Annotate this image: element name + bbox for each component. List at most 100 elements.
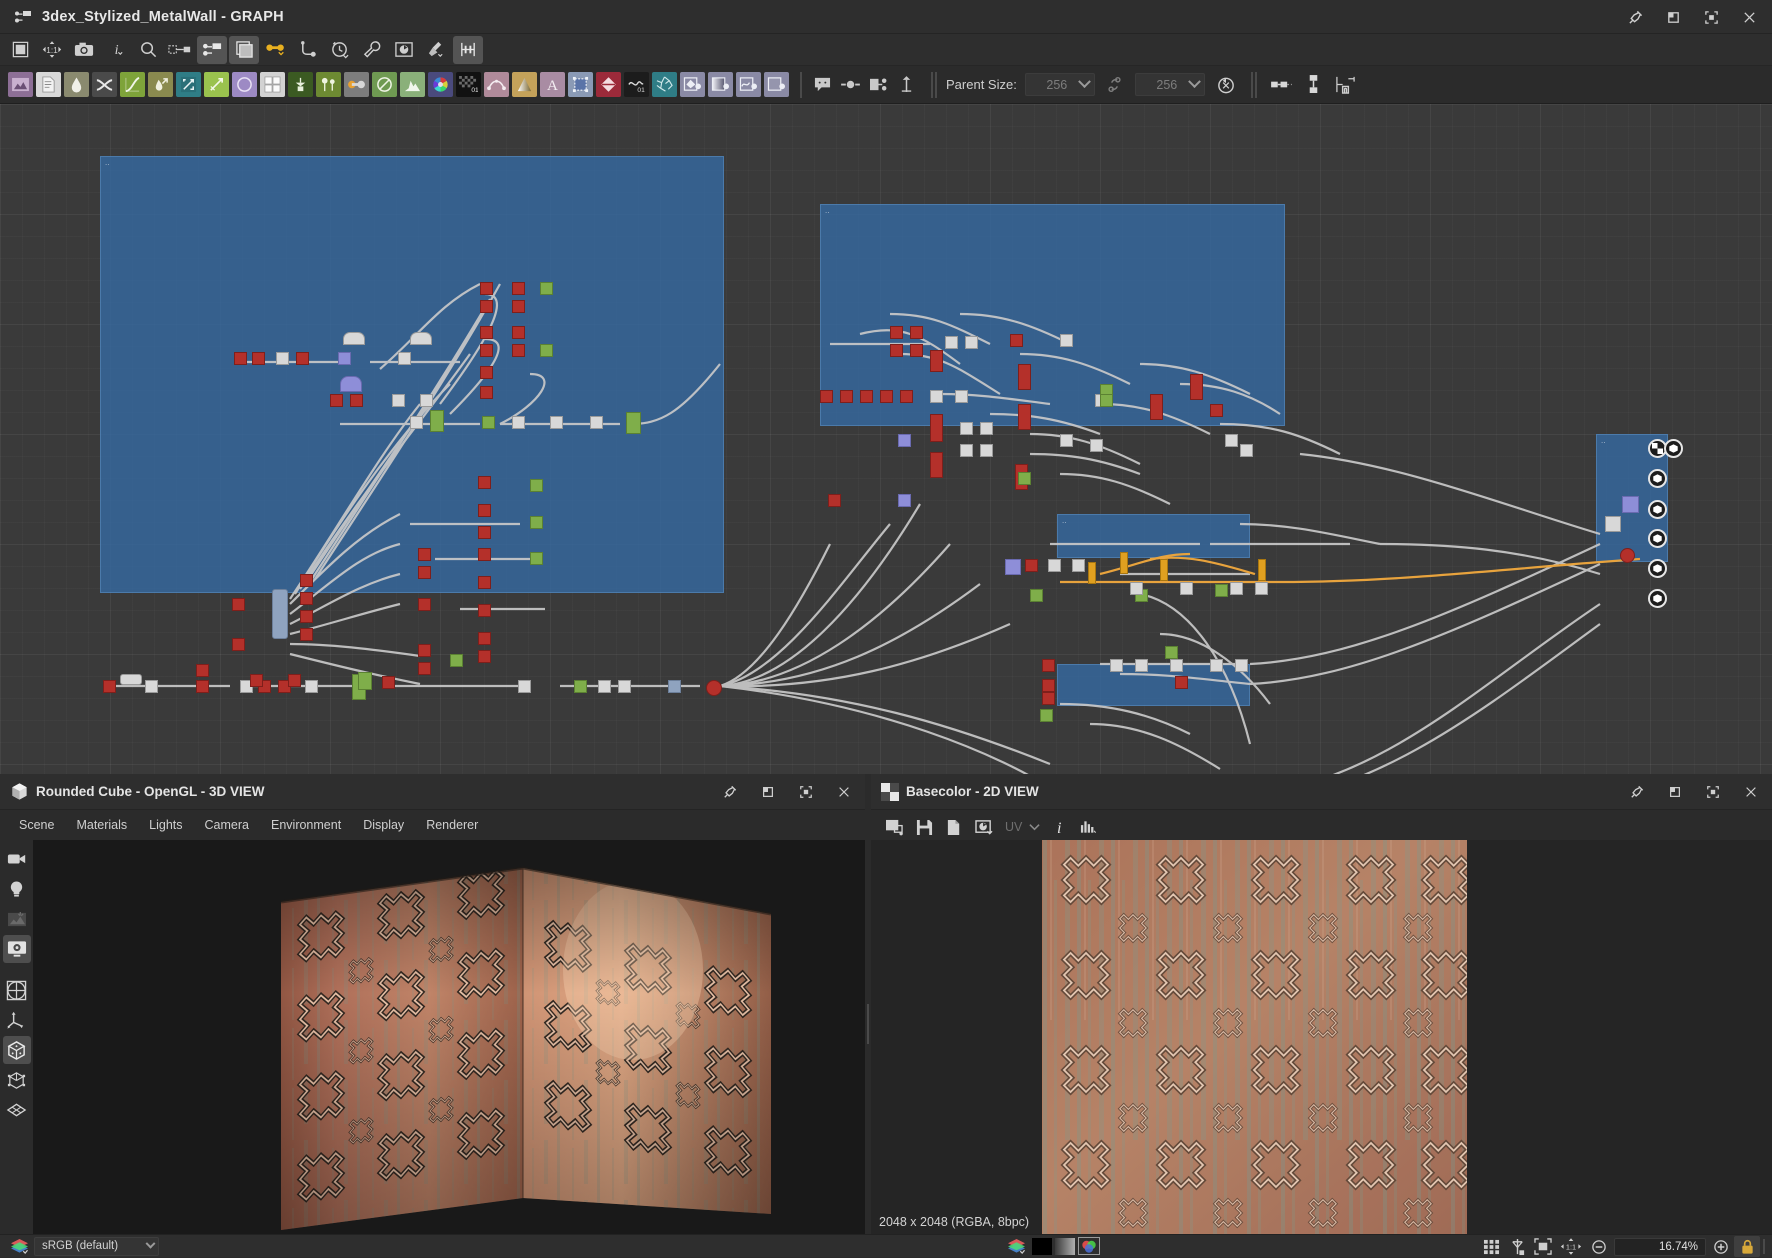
ruler-toggle[interactable] <box>1504 1236 1530 1257</box>
graph-node[interactable] <box>1110 659 1123 672</box>
graph-node[interactable] <box>480 344 493 357</box>
graph-node[interactable] <box>300 592 313 605</box>
graph-node[interactable] <box>478 650 491 663</box>
frame-lower-a[interactable]: .. <box>1057 514 1250 558</box>
info-tool[interactable]: i <box>101 36 131 64</box>
zoom-in-button[interactable] <box>1708 1236 1734 1257</box>
menu-materials[interactable]: Materials <box>65 814 138 836</box>
graph-node[interactable] <box>540 344 553 357</box>
graph-node[interactable] <box>305 680 318 693</box>
graph-node[interactable] <box>196 664 209 677</box>
graph-node[interactable] <box>478 476 491 489</box>
graph-node[interactable] <box>1190 374 1203 400</box>
close-button[interactable] <box>1732 775 1770 809</box>
graph-node[interactable] <box>1225 434 1238 447</box>
light-tool[interactable] <box>3 875 31 903</box>
restore-button[interactable] <box>1656 775 1694 809</box>
menu-environment[interactable]: Environment <box>260 814 352 836</box>
graph-node[interactable] <box>960 444 973 457</box>
menu-display[interactable]: Display <box>352 814 415 836</box>
graph-node[interactable] <box>478 576 491 589</box>
graph-node[interactable] <box>480 386 493 399</box>
graph-node[interactable] <box>120 674 142 685</box>
graph-node[interactable] <box>706 680 722 696</box>
graph-node[interactable] <box>145 680 158 693</box>
grid-toggle[interactable] <box>1478 1236 1504 1257</box>
output-node-2[interactable] <box>1664 439 1683 458</box>
chevron-down-icon[interactable] <box>1025 813 1043 841</box>
node-gradient-map[interactable] <box>148 72 173 97</box>
camera-tool[interactable] <box>3 845 31 873</box>
color-layers-icon[interactable] <box>1007 1238 1026 1255</box>
timer-tool[interactable] <box>325 36 355 64</box>
graph-node[interactable] <box>300 574 313 587</box>
graph-node[interactable] <box>1230 582 1243 595</box>
graph-node[interactable] <box>1175 676 1188 689</box>
graph-node[interactable] <box>358 672 372 690</box>
node-material-color[interactable] <box>708 72 733 97</box>
node-tile-generator[interactable] <box>260 72 285 97</box>
graph-node[interactable] <box>574 680 587 693</box>
node-transform[interactable] <box>176 72 201 97</box>
graph-node[interactable] <box>410 416 423 429</box>
zoom-level-field[interactable]: 16.74% <box>1614 1238 1706 1256</box>
link-path-tool[interactable] <box>293 36 323 64</box>
pin-button[interactable] <box>1618 775 1656 809</box>
graph-node[interactable] <box>512 326 525 339</box>
graph-node[interactable] <box>382 676 395 689</box>
menu-scene[interactable]: Scene <box>8 814 65 836</box>
select-tool[interactable] <box>5 36 35 64</box>
graph-node[interactable] <box>430 410 444 432</box>
node-blend[interactable] <box>92 72 117 97</box>
zoom-out-button[interactable] <box>1586 1236 1612 1257</box>
distribute-nodes-button[interactable] <box>1299 71 1329 99</box>
node-pin[interactable] <box>838 72 863 97</box>
pin-button[interactable] <box>1616 0 1654 34</box>
rgb-swatch[interactable] <box>1078 1237 1100 1255</box>
graph-node[interactable] <box>1025 559 1038 572</box>
preview-tool[interactable] <box>389 36 419 64</box>
graph-node[interactable] <box>530 516 543 529</box>
graph-node[interactable] <box>300 628 313 641</box>
parent-size-height-dropdown[interactable]: 256 <box>1135 73 1205 96</box>
output-node-6[interactable] <box>1648 559 1667 578</box>
graph-node[interactable] <box>1048 559 1061 572</box>
gradient-swatch[interactable] <box>1055 1238 1075 1255</box>
graph-node[interactable] <box>590 416 603 429</box>
graph-node[interactable] <box>480 326 493 339</box>
graph-node[interactable] <box>480 282 493 295</box>
node-curve-editor[interactable] <box>484 72 509 97</box>
graph-node[interactable] <box>1622 496 1639 513</box>
broom-tool[interactable] <box>421 36 451 64</box>
black-swatch[interactable] <box>1032 1238 1052 1255</box>
graph-node[interactable] <box>860 390 873 403</box>
graph-node[interactable] <box>1215 584 1228 597</box>
graph-node[interactable] <box>512 300 525 313</box>
graph-node[interactable] <box>410 332 432 345</box>
maximize-button[interactable] <box>1694 775 1732 809</box>
graph-node[interactable] <box>518 680 531 693</box>
parent-size-reset-button[interactable] <box>1211 71 1241 99</box>
graph-node[interactable] <box>1620 548 1635 563</box>
graph-node[interactable] <box>930 414 943 442</box>
graph-node[interactable] <box>272 589 288 639</box>
graph-node[interactable] <box>1090 439 1103 452</box>
graph-node[interactable] <box>338 352 351 365</box>
frame-left[interactable]: .. <box>100 156 724 593</box>
link-creation-tool[interactable] <box>261 36 291 64</box>
graph-node[interactable] <box>1210 404 1223 417</box>
graph-node[interactable] <box>478 526 491 539</box>
close-button[interactable] <box>825 775 863 809</box>
node-gradient[interactable] <box>512 72 537 97</box>
graph-node[interactable] <box>890 344 903 357</box>
screenshot-tool[interactable] <box>69 36 99 64</box>
graph-node[interactable] <box>910 344 923 357</box>
graph-node[interactable] <box>1160 559 1168 581</box>
graph-node[interactable] <box>478 632 491 645</box>
graph-node[interactable] <box>898 494 911 507</box>
colorspace-dropdown[interactable]: sRGB (default) <box>34 1237 159 1256</box>
node-splatter[interactable] <box>316 72 341 97</box>
node-tile-sampler[interactable] <box>288 72 313 97</box>
menu-renderer[interactable]: Renderer <box>415 814 489 836</box>
frame-nodes-tool[interactable] <box>165 36 195 64</box>
